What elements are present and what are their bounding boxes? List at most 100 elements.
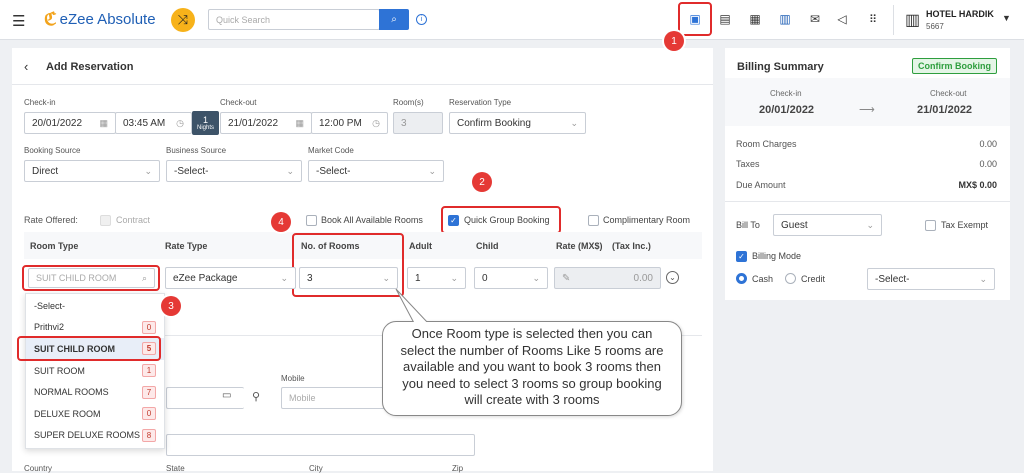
market-code-label: Market Code (308, 146, 354, 155)
reservation-type-select[interactable]: Confirm Booking ⌄ (449, 112, 586, 134)
chevron-down-icon[interactable]: ▼ (1002, 13, 1011, 23)
checkin-time-value: 03:45 AM (123, 117, 166, 129)
book-all-label: Book All Available Rooms (321, 215, 423, 225)
annotation-badge-3: 3 (161, 296, 181, 316)
availability-count: 8 (142, 428, 156, 442)
rooms-count-field: 3 (393, 112, 443, 134)
shuffle-icon[interactable]: ⤨ (171, 8, 195, 32)
hamburger-menu-icon[interactable]: ☰ (12, 12, 25, 30)
search-input[interactable]: Quick Search (208, 9, 380, 30)
room-type-option[interactable]: -Select- (26, 295, 164, 317)
nights-value: 1 (202, 115, 208, 125)
billing-mode-checkbox[interactable]: ✓ (736, 251, 747, 262)
contract-checkbox[interactable] (100, 215, 111, 226)
calendar-icon: ▦ (295, 117, 304, 128)
brand-logo[interactable]: ℭ eZee Absolute (44, 9, 156, 30)
bill-to-select[interactable]: Guest ⌄ (773, 214, 882, 236)
complimentary-checkbox[interactable] (588, 215, 599, 226)
col-tax: (Tax Inc.) (612, 241, 651, 251)
mail-icon[interactable]: ✉ (807, 11, 823, 27)
room-type-option[interactable]: DELUXE ROOM 0 (26, 403, 164, 425)
annotation-badge-2: 2 (472, 172, 492, 192)
checkin-time-field[interactable]: 03:45 AM ◷ (115, 112, 192, 134)
guest-name-field[interactable] (166, 387, 244, 409)
billing-dates (725, 78, 1010, 126)
billing-checkout-date: 21/01/2022 (917, 104, 973, 116)
room-type-option-label: DELUXE ROOM (34, 408, 101, 419)
chevron-down-icon: ⌄ (428, 165, 436, 176)
city-label: City (309, 464, 323, 473)
country-label: Country (24, 464, 53, 473)
child-select[interactable]: 0 ⌄ (474, 267, 548, 289)
quick-group-checkbox[interactable]: ✓ (448, 215, 459, 226)
col-rate: Rate (MX$) (556, 241, 603, 251)
room-type-option[interactable]: SUPER DELUXE ROOMS 8 (26, 425, 164, 447)
new-reservation-icon[interactable]: ▣ (687, 11, 703, 27)
state-label: State (166, 464, 185, 473)
id-card-icon[interactable]: ▭ (222, 390, 231, 401)
checkout-time-value: 12:00 PM (319, 117, 362, 129)
invoice-icon[interactable]: ▥ (777, 11, 793, 27)
market-code-select[interactable]: -Select- ⌄ (308, 160, 444, 182)
back-arrow-icon[interactable]: ‹ (24, 59, 28, 74)
hotel-building-icon: ▥ (905, 12, 921, 29)
availability-count: 0 (142, 320, 156, 334)
availability-count: 0 (142, 407, 156, 421)
stay-view-icon[interactable]: ▤ (717, 11, 733, 27)
tax-exempt-label: Tax Exempt (941, 220, 989, 230)
status-badge: Confirm Booking (912, 58, 997, 74)
nights-label: Nights (196, 125, 214, 131)
cash-radio[interactable] (736, 273, 747, 284)
chevron-down-icon: ⌄ (866, 219, 874, 230)
search-icon: ⌕ (141, 272, 147, 283)
chevron-down-icon: ⌄ (144, 165, 152, 176)
divider (893, 5, 894, 35)
hotel-name[interactable]: HOTEL HARDIK (926, 9, 994, 19)
payment-select-value: -Select- (875, 273, 910, 285)
checkout-date-field[interactable]: 21/01/2022 ▦ (220, 112, 312, 134)
availability-count: 1 (142, 364, 156, 378)
payment-select[interactable]: -Select- ⌄ (867, 268, 995, 290)
arrow-right-icon: ⟶ (859, 104, 875, 116)
announcement-icon[interactable]: ◁ (834, 11, 850, 27)
adult-select[interactable]: 1 ⌄ (407, 267, 466, 289)
room-type-option-label: Prithvi2 (34, 322, 65, 333)
apps-grid-icon[interactable]: ⠿ (865, 11, 881, 27)
clock-icon: ◷ (176, 117, 184, 128)
room-type-option[interactable]: SUIT ROOM 1 (26, 360, 164, 382)
book-all-checkbox[interactable] (306, 215, 317, 226)
billing-checkin-date: 20/01/2022 (759, 104, 815, 116)
search-icon[interactable]: ⌕ (379, 9, 409, 30)
rate-field: ✎ 0.00 (554, 267, 661, 289)
rate-type-value: eZee Package (173, 272, 238, 284)
room-type-option[interactable]: Prithvi2 0 (26, 317, 164, 339)
due-amount-label: Due Amount (736, 180, 786, 190)
room-type-search[interactable]: SUIT CHILD ROOM ⌕ (28, 268, 155, 288)
rate-type-select[interactable]: eZee Package ⌄ (165, 267, 296, 289)
page-title: Add Reservation (46, 61, 134, 73)
availability-count: 7 (142, 385, 156, 399)
zip-label: Zip (452, 464, 464, 473)
brand-name: eZee Absolute (59, 11, 156, 28)
no-rooms-select[interactable]: 3 ⌄ (299, 267, 398, 289)
chevron-down-icon: ⌄ (280, 272, 288, 283)
checkout-time-field[interactable]: 12:00 PM ◷ (311, 112, 388, 134)
callout-text: Once Room type is selected then you can … (400, 326, 664, 408)
annotation-badge-4: 4 (271, 212, 291, 232)
annotation-badge-1: 1 (664, 31, 684, 51)
chevron-down-icon: ⌄ (532, 272, 540, 283)
expand-row-icon[interactable]: ⌄ (666, 271, 679, 284)
user-icon[interactable]: ⚲ (252, 390, 260, 403)
chevron-down-icon: ⌄ (382, 272, 390, 283)
credit-radio[interactable] (785, 273, 796, 284)
calendar-icon[interactable]: ▦ (747, 11, 763, 27)
checkin-date-field[interactable]: 20/01/2022 ▦ (24, 112, 116, 134)
address-input[interactable] (166, 434, 475, 456)
child-value: 0 (482, 272, 488, 284)
tax-exempt-checkbox[interactable] (925, 220, 936, 231)
chevron-down-icon: ⌄ (450, 272, 458, 283)
booking-source-select[interactable]: Direct ⌄ (24, 160, 160, 182)
business-source-select[interactable]: -Select- ⌄ (166, 160, 302, 182)
room-type-option[interactable]: NORMAL ROOMS 7 (26, 381, 164, 403)
info-icon[interactable]: i (416, 14, 427, 25)
